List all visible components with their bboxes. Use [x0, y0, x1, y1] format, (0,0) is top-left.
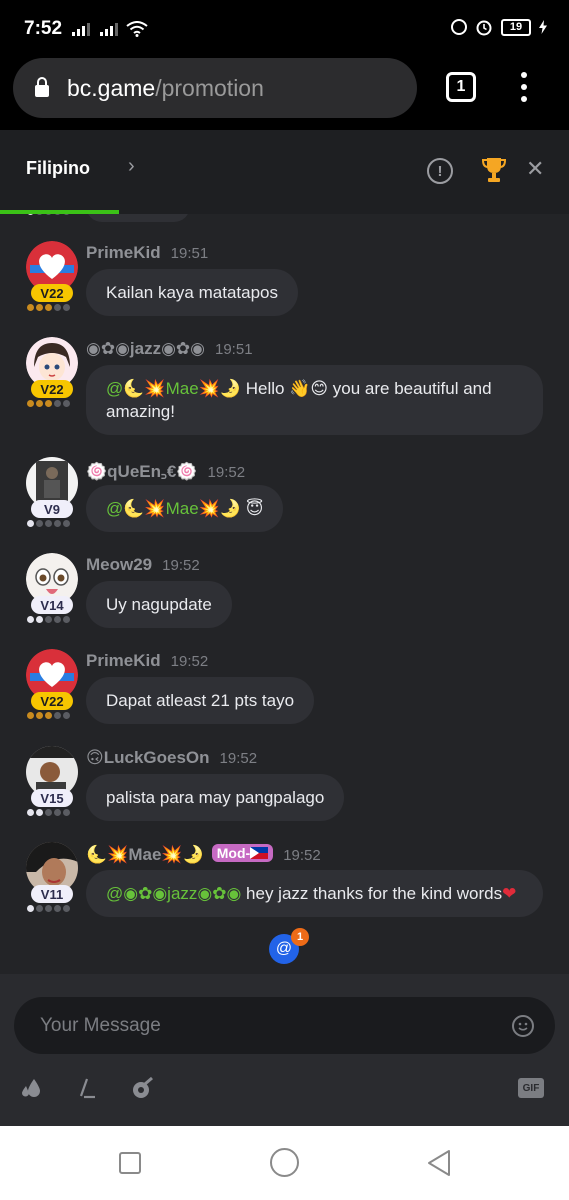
- gif-icon[interactable]: GIF: [518, 1078, 544, 1098]
- username[interactable]: 🙃LuckGoesOn 19:52: [86, 748, 257, 768]
- message-bubble: @🌜💥Mae💥🌛 😇: [86, 485, 284, 532]
- vip-badge: V11: [31, 885, 73, 903]
- message-time: 19:52: [207, 464, 246, 481]
- signal-1-icon: [72, 22, 91, 36]
- signal-2-icon: [100, 22, 119, 36]
- level-dots: [27, 905, 70, 912]
- message-text: 😇: [241, 499, 264, 518]
- message-text: Kailan kaya matatapos: [106, 283, 278, 302]
- chat-composer: GIF: [0, 974, 569, 1126]
- level-dots: [27, 616, 70, 623]
- username-text[interactable]: 🍥qUeEn꜆€🍥: [86, 462, 198, 481]
- command-icon[interactable]: [78, 1076, 96, 1100]
- moderator-badge: Mod-: [211, 844, 274, 862]
- rotation-lock-icon: [451, 19, 467, 35]
- lock-icon: [35, 77, 49, 97]
- message-time: 19:52: [219, 750, 258, 767]
- mentions-count-badge: 1: [291, 928, 309, 946]
- heart-emoji: ❤: [502, 884, 517, 903]
- url-host: bc.game: [67, 74, 156, 101]
- vip-badge: V22: [31, 692, 73, 710]
- philippines-flag-icon: [250, 847, 269, 859]
- more-vert-icon[interactable]: [520, 72, 528, 102]
- home-icon[interactable]: [270, 1148, 299, 1177]
- username[interactable]: 🍥qUeEn꜆€🍥 19:52: [86, 459, 245, 482]
- chat-language-tab[interactable]: Filipino: [26, 158, 90, 179]
- message-time: 19:51: [215, 341, 253, 358]
- username[interactable]: 🌜💥Mae💥🌛 Mod- 19:52: [86, 844, 321, 865]
- message-time: 19:52: [170, 653, 209, 670]
- username[interactable]: ◉✿◉jazz◉✿◉ 19:51: [86, 339, 253, 359]
- username[interactable]: PrimeKid 19:52: [86, 651, 208, 671]
- url-path: /promotion: [155, 74, 264, 101]
- previous-message-bubble: [86, 214, 190, 222]
- vip-badge: V22: [31, 284, 73, 302]
- message-text: hey jazz thanks for the kind words: [241, 884, 503, 903]
- message-input[interactable]: [14, 997, 555, 1054]
- username-text[interactable]: 🌜💥Mae💥🌛: [86, 845, 204, 864]
- clock: 7:52: [24, 18, 63, 39]
- level-dots: [27, 712, 70, 719]
- emoji-icon[interactable]: [512, 1015, 534, 1037]
- vip-badge: V15: [31, 789, 73, 807]
- username[interactable]: PrimeKid 19:51: [86, 243, 208, 263]
- message-text: Uy nagupdate: [106, 595, 212, 614]
- chat-header: Filipino › ! ✕: [0, 130, 569, 214]
- coin-icon[interactable]: [130, 1076, 154, 1100]
- system-navigation-bar: [0, 1126, 569, 1200]
- message-bubble: @🌜💥Mae💥🌛 Hello 👋😊 you are beautiful and …: [86, 365, 543, 435]
- vip-badge: V22: [31, 380, 73, 398]
- message-time: 19:52: [162, 557, 200, 574]
- battery-icon: 19: [501, 18, 531, 36]
- message-bubble: Kailan kaya matatapos: [86, 269, 298, 316]
- level-dots: [27, 520, 70, 527]
- message-bubble: Uy nagupdate: [86, 581, 232, 628]
- recents-icon[interactable]: [119, 1152, 141, 1174]
- username-text[interactable]: PrimeKid: [86, 243, 161, 262]
- browser-toolbar: bc.game/promotion 1: [0, 58, 569, 130]
- message-time: 19:52: [283, 847, 321, 864]
- chevron-right-icon[interactable]: ›: [128, 155, 135, 178]
- mention-tag[interactable]: @🌜💥Mae💥🌛: [106, 499, 241, 518]
- message-text: Dapat atleast 21 pts tayo: [106, 691, 295, 710]
- vip-badge: V9: [31, 500, 73, 518]
- username-text[interactable]: ◉✿◉jazz◉✿◉: [86, 339, 205, 358]
- message-bubble: palista para may pangpalago: [86, 774, 345, 821]
- level-dots: [27, 304, 70, 311]
- close-icon[interactable]: ✕: [526, 156, 544, 182]
- level-dots: [27, 400, 70, 407]
- level-dots: [27, 809, 70, 816]
- tabs-icon[interactable]: 1: [446, 72, 476, 102]
- back-icon[interactable]: [426, 1148, 452, 1178]
- username-text[interactable]: 🙃LuckGoesOn: [86, 748, 210, 767]
- level-dots: [27, 214, 70, 215]
- chat-message-list[interactable]: V22 PrimeKid 19:51 Kailan kaya matatapos …: [0, 214, 569, 974]
- info-icon[interactable]: !: [427, 158, 453, 184]
- username[interactable]: Meow29 19:52: [86, 555, 200, 575]
- message-bubble: @◉✿◉jazz◉✿◉ hey jazz thanks for the kind…: [86, 870, 543, 917]
- wifi-icon: [126, 21, 148, 37]
- username-text[interactable]: Meow29: [86, 555, 152, 574]
- address-bar[interactable]: bc.game/promotion: [13, 58, 417, 118]
- charging-icon: [539, 20, 547, 34]
- message-time: 19:51: [170, 245, 209, 262]
- vip-badge: V14: [31, 596, 73, 614]
- moderator-badge-label: Mod-: [216, 845, 251, 861]
- message-text: palista para may pangpalago: [106, 788, 325, 807]
- rain-icon[interactable]: [20, 1076, 44, 1100]
- message-bubble: Dapat atleast 21 pts tayo: [86, 677, 315, 724]
- mention-tag[interactable]: @◉✿◉jazz◉✿◉: [106, 884, 241, 903]
- alarm-icon: [476, 20, 492, 36]
- status-bar: 7:52 19: [0, 0, 569, 58]
- username-text[interactable]: PrimeKid: [86, 651, 161, 670]
- mention-tag[interactable]: @🌜💥Mae💥🌛: [106, 379, 241, 398]
- trophy-icon[interactable]: [481, 156, 507, 184]
